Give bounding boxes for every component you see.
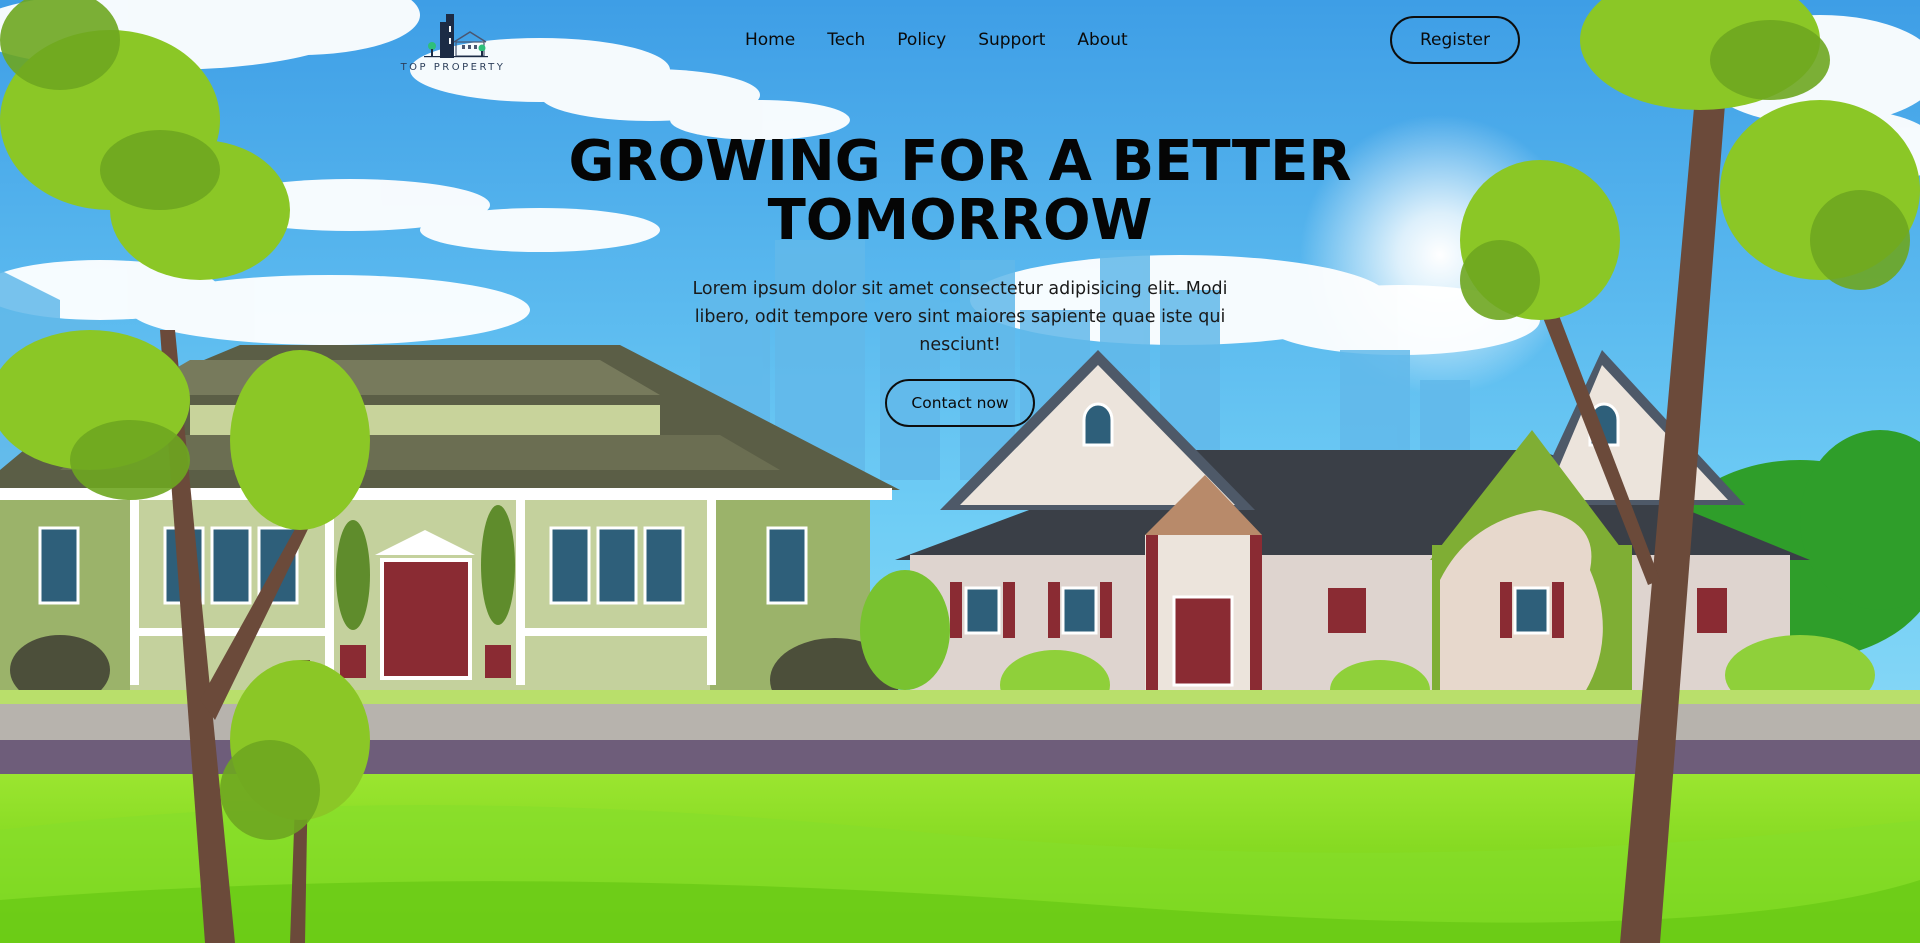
nav-link-support[interactable]: Support [978, 27, 1045, 53]
hero-description: Lorem ipsum dolor sit amet consectetur a… [692, 279, 1228, 355]
nav-link-home[interactable]: Home [745, 27, 795, 53]
main-navigation: Home Tech Policy Support About [745, 27, 1128, 53]
hero-title: GROWING FOR A BETTER TOMORROW [560, 132, 1360, 250]
hero-title-line-1: GROWING FOR A BETTER [568, 129, 1352, 194]
hero-title-line-2: TOMORROW [767, 188, 1153, 253]
register-button[interactable]: Register [1390, 16, 1520, 64]
contact-now-button[interactable]: Contact now [885, 379, 1035, 427]
house-building-logo-icon [424, 14, 488, 58]
nav-link-tech[interactable]: Tech [827, 27, 865, 53]
brand-name: TOP PROPERTY [400, 62, 506, 73]
nav-link-policy[interactable]: Policy [897, 27, 946, 53]
nav-link-about[interactable]: About [1077, 27, 1127, 53]
brand-logo[interactable]: TOP PROPERTY [396, 12, 510, 74]
